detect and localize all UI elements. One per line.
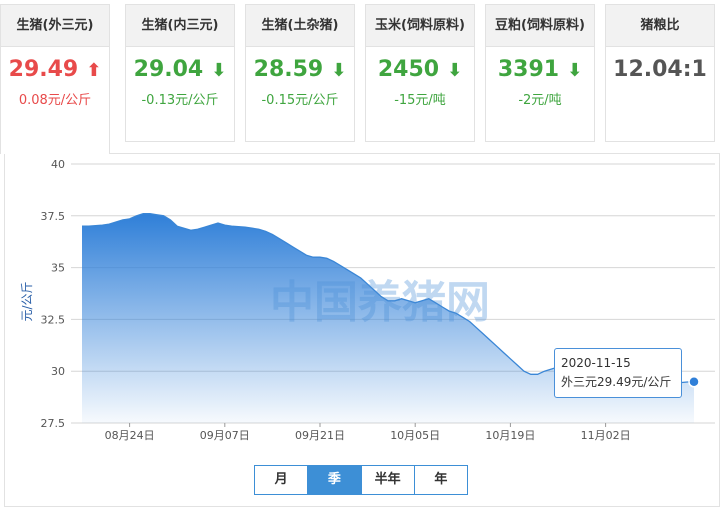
y-tick-label: 40	[51, 158, 65, 171]
tab-title: 豆粕(饲料原料)	[486, 5, 594, 47]
watermark-text: 中国养猪网	[270, 277, 490, 328]
y-tick-label: 27.5	[41, 417, 66, 430]
price-value: 29.49	[8, 57, 79, 82]
data-point-marker	[688, 376, 700, 388]
tab-change: -0.13元/公斤	[141, 93, 219, 108]
tooltip-value: 外三元29.49元/公斤	[561, 375, 672, 389]
tab-price: 29.49 ⬆	[1, 47, 109, 91]
tab-price: 28.59 ⬇	[246, 47, 354, 91]
arrow-down-icon: ⬇	[447, 60, 463, 81]
y-axis-label: 元/公斤	[20, 281, 34, 321]
chart-panel: 40 37.5 35 32.5 30 27.5 元/公斤 中国养猪网 08月24日 09月07日 0…	[4, 153, 720, 507]
arrow-up-icon: ⬆	[86, 60, 102, 81]
x-tick-label: 10月19日	[485, 429, 535, 442]
product-tabs: 生猪(外三元) 29.49 ⬆ 0.08元/公斤 生猪(内三元) 29.04 ⬇ -0.13元…	[0, 0, 726, 154]
tab-2[interactable]: 生猪(土杂猪) 28.59 ⬇ -0.15元/公斤	[245, 4, 355, 142]
tab-price: 2450 ⬇	[366, 47, 474, 91]
x-tick-label: 09月21日	[295, 429, 345, 442]
range-button-0[interactable]: 月	[255, 466, 309, 494]
arrow-down-icon: ⬇	[331, 60, 347, 81]
tab-1[interactable]: 生猪(内三元) 29.04 ⬇ -0.13元/公斤	[125, 4, 235, 142]
price-value: 2450	[377, 57, 440, 82]
x-tick-label: 09月07日	[200, 429, 250, 442]
range-button-2[interactable]: 半年	[362, 466, 415, 494]
tab-title: 猪粮比	[606, 5, 714, 47]
tab-change: 0.08元/公斤	[18, 93, 92, 108]
tab-title: 生猪(内三元)	[126, 5, 234, 47]
tab-price: 3391 ⬇	[486, 47, 594, 91]
tab-change: -2元/吨	[518, 93, 562, 108]
arrow-down-icon: ⬇	[567, 60, 583, 81]
y-tick-label: 30	[51, 365, 65, 378]
range-selector: 月季半年年	[254, 465, 468, 495]
tab-4[interactable]: 豆粕(饲料原料) 3391 ⬇ -2元/吨	[485, 4, 595, 142]
range-button-1[interactable]: 季	[308, 466, 362, 494]
price-value: 3391	[497, 57, 560, 82]
price-chart: 40 37.5 35 32.5 30 27.5 元/公斤 中国养猪网 08月24日 09月07日 0…	[20, 158, 715, 442]
arrow-down-icon: ⬇	[211, 60, 227, 81]
x-tick-label: 08月24日	[105, 429, 155, 442]
range-button-3[interactable]: 年	[415, 466, 467, 494]
x-tick-label: 11月02日	[581, 429, 631, 442]
tooltip-date: 2020-11-15	[561, 356, 631, 370]
tab-3[interactable]: 玉米(饲料原料) 2450 ⬇ -15元/吨	[365, 4, 475, 142]
tab-5[interactable]: 猪粮比 12.04:1	[605, 4, 715, 142]
x-tick-label: 10月05日	[390, 429, 440, 442]
tab-change: -15元/吨	[394, 93, 446, 108]
price-value: 12.04:1	[613, 57, 707, 82]
tab-price: 29.04 ⬇	[126, 47, 234, 91]
tab-title: 生猪(土杂猪)	[246, 5, 354, 47]
y-tick-label: 37.5	[41, 210, 66, 223]
tab-0[interactable]: 生猪(外三元) 29.49 ⬆ 0.08元/公斤	[0, 4, 110, 154]
price-value: 28.59	[253, 57, 324, 82]
chart-tooltip: 2020-11-15 外三元29.49元/公斤	[554, 348, 682, 398]
tab-change: -0.15元/公斤	[261, 93, 339, 108]
y-tick-label: 32.5	[41, 313, 66, 326]
tab-price: 12.04:1	[606, 47, 714, 91]
tab-title: 生猪(外三元)	[1, 5, 109, 47]
tab-title: 玉米(饲料原料)	[366, 5, 474, 47]
price-value: 29.04	[133, 57, 204, 82]
y-tick-label: 35	[51, 262, 65, 275]
